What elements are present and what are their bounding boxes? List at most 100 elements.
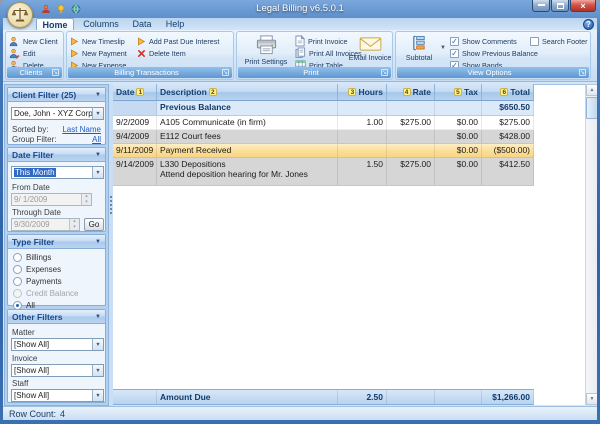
search-footer-checkbox[interactable]: ✓ Search Footer [530,36,588,47]
table-row[interactable]: 9/2/2009 A105 Communicate (in firm) 1.00… [113,116,534,130]
scrollbar-thumb[interactable] [586,97,597,119]
tab-home[interactable]: Home [36,18,74,30]
help-button[interactable]: ? [583,19,594,30]
through-date-label: Through Date [12,208,61,217]
email-invoice-button[interactable]: EMail Invoice [347,36,393,62]
new-payment-button[interactable]: New Payment [70,47,127,59]
client-filter-panel: Client Filter (25) ▼ Doe, John - XYZ Cor… [7,87,106,145]
comment-line: Attend deposition hearing for Mr. Jones [160,169,334,179]
through-date-field[interactable]: 9/30/2009 ▴▾ [11,218,80,231]
client-filter-header[interactable]: Client Filter (25) ▼ [8,88,105,102]
scroll-down-button[interactable]: ▼ [586,393,597,405]
column-header-total[interactable]: 6Total [482,84,534,101]
radio-billings[interactable]: Billings [13,253,51,262]
new-timeslip-button[interactable]: New Timeslip [70,35,125,47]
description-line: L330 Depositions [160,159,334,169]
subtotal-button[interactable]: Subtotal [398,34,440,62]
print-invoice-button[interactable]: Print Invoice [295,35,348,47]
scroll-up-button[interactable]: ▲ [586,84,597,96]
print-settings-button[interactable]: Print Settings [239,34,293,66]
column-number-badge: 2 [209,88,217,96]
sorted-by-link[interactable]: Last Name [62,125,101,134]
column-number-badge: 5 [454,88,462,96]
group-caption-clients: Clients ↘ [7,67,62,78]
minimize-button[interactable] [532,0,550,12]
documents-stack-icon [295,47,306,59]
table-row-previous-balance[interactable]: Previous Balance $650.50 [113,101,534,116]
delete-item-button[interactable]: Delete Item [137,47,186,59]
user-icon[interactable] [40,3,51,14]
grid-vertical-scrollbar[interactable]: ▲ ▼ [585,84,597,405]
type-filter-header[interactable]: Type Filter ▼ [8,235,105,249]
footer-grand-total: $1,266.00 [482,390,534,404]
staff-label: Staff [12,379,28,388]
window-title: Legal Billing v6.5.0.1 [120,3,480,14]
cell-total: $428.00 [482,130,534,143]
dropdown-arrow-icon[interactable]: ▼ [92,390,103,401]
envelope-icon [359,36,382,52]
dropdown-arrow-icon[interactable]: ▼ [92,339,103,350]
date-spinner-icon[interactable]: ▴▾ [81,194,91,205]
edit-client-button[interactable]: Edit [9,47,35,59]
date-filter-header[interactable]: Date Filter ▼ [8,148,105,162]
add-past-due-interest-button[interactable]: Add Past Due Interest [137,35,219,47]
radio-credit-balance: Credit Balance [13,289,78,298]
go-button[interactable]: Go [84,218,104,231]
show-comments-checkbox[interactable]: ✓ Show Comments [450,36,517,47]
table-row[interactable]: 9/4/2009 E112 Court fees $0.00 $428.00 [113,130,534,144]
radio-payments[interactable]: Payments [13,277,62,286]
printer-icon [255,34,278,56]
staff-select[interactable]: [Show All] ▼ [11,389,104,402]
dialog-launcher-icon[interactable]: ↘ [52,69,59,76]
column-header-hours[interactable]: 3Hours [338,84,387,101]
cell-description: Payment Received [157,144,338,157]
dropdown-arrow-icon[interactable]: ▼ [92,108,103,119]
close-button[interactable]: × [570,0,596,12]
globe-icon[interactable] [70,3,81,14]
table-row[interactable]: 9/14/2009 L330 Depositions Attend deposi… [113,158,534,186]
titlebar[interactable]: Legal Billing v6.5.0.1 × [0,0,600,18]
dropdown-arrow-icon[interactable]: ▼ [92,167,103,178]
status-bar: Row Count: 4 [3,406,597,420]
new-client-button[interactable]: New Client [9,35,58,47]
column-header-rate[interactable]: 4Rate [387,84,435,101]
column-header-tax[interactable]: 5Tax [435,84,482,101]
grid-footer-amount-due: Amount Due 2.50 $1,266.00 [113,389,534,405]
date-preset-select[interactable]: This Month ▼ [11,166,104,179]
radio-icon [13,277,22,286]
show-previous-balance-checkbox[interactable]: ✓ Show Previous Balance [450,48,538,59]
tab-help[interactable]: Help [161,18,189,30]
maximize-button[interactable] [551,0,569,12]
dialog-launcher-icon[interactable]: ↘ [579,69,586,76]
bulb-icon[interactable] [55,3,66,14]
subtotal-dropdown-icon[interactable]: ▼ [440,45,446,51]
window-controls: × [531,0,596,12]
cell-tax: $0.00 [435,158,482,185]
dialog-launcher-icon[interactable]: ↘ [381,69,388,76]
tab-data[interactable]: Data [127,18,157,30]
radio-expenses[interactable]: Expenses [13,265,61,274]
date-spinner-icon[interactable]: ▴▾ [69,219,79,230]
cell-rate [387,144,435,157]
dropdown-arrow-icon[interactable]: ▼ [92,365,103,376]
column-header-date[interactable]: Date1 [113,84,157,101]
invoice-select[interactable]: [Show All] ▼ [11,364,104,377]
group-filter-link[interactable]: All [92,135,101,144]
column-header-description[interactable]: Description2 [157,84,338,101]
other-filters-header[interactable]: Other Filters ▼ [8,310,105,324]
radio-icon [13,289,22,298]
cell-hours [338,144,387,157]
type-filter-panel: Type Filter ▼ Billings Expenses Payments… [7,234,106,306]
client-select[interactable]: Doe, John - XYZ Corporation ▼ [11,107,104,120]
matter-select[interactable]: [Show All] ▼ [11,338,104,351]
dialog-launcher-icon[interactable]: ↘ [222,69,229,76]
row-count-value: 4 [60,409,65,419]
from-date-field[interactable]: 9/ 1/2009 ▴▾ [11,193,92,206]
app-menu-button[interactable] [7,2,33,28]
cell-date [113,101,157,115]
radio-icon [13,253,22,262]
table-row-payment[interactable]: 9/11/2009 Payment Received $0.00 ($500.0… [113,144,534,158]
date-filter-panel: Date Filter ▼ This Month ▼ From Date 9/ … [7,147,106,232]
tab-columns[interactable]: Columns [79,18,123,30]
checkbox-icon: ✓ [450,49,459,58]
